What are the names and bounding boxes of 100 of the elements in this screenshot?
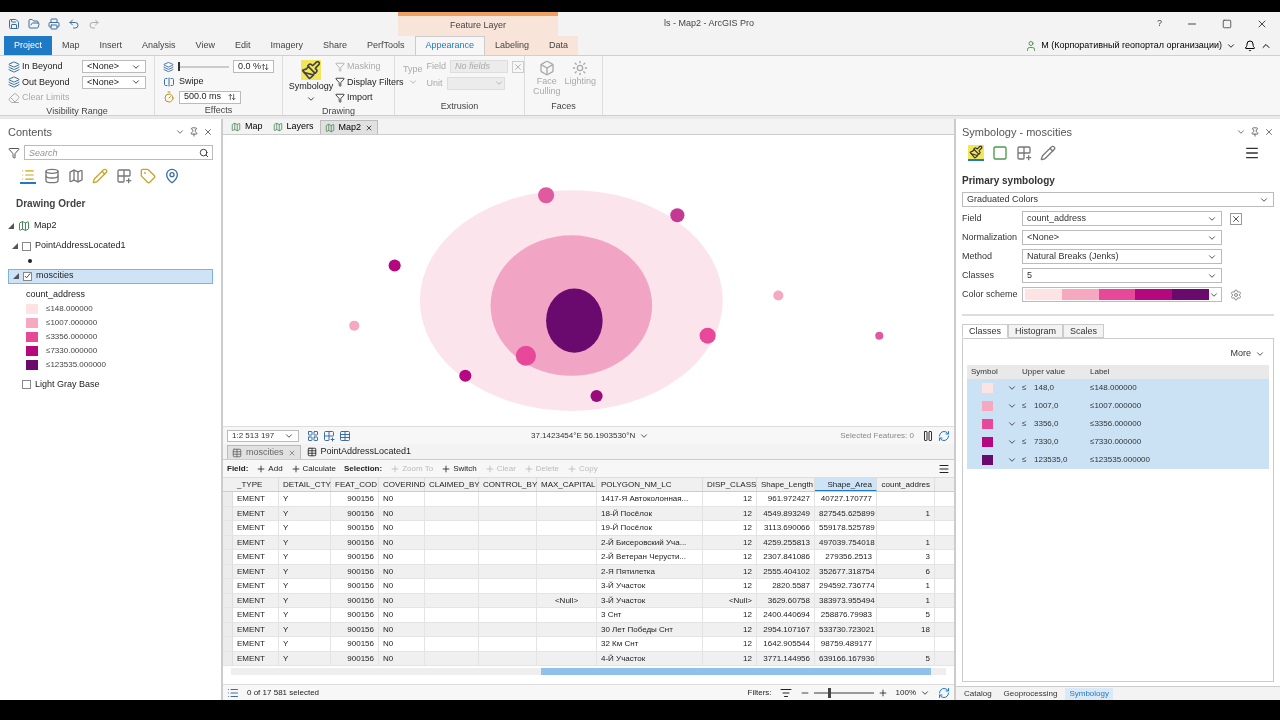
dock-tab[interactable]: Catalog [960,687,996,700]
refresh-icon[interactable] [938,429,950,442]
table-icon[interactable] [339,429,351,442]
search-field[interactable]: Search [24,145,213,160]
grid-icon[interactable] [323,429,335,442]
field-dropdown[interactable]: <None> [1022,230,1222,245]
user-account[interactable]: M (Корпоративный геопортал организации) [1041,38,1222,53]
menu-icon[interactable] [938,462,950,475]
map-icon[interactable] [68,168,84,184]
scale-dropdown[interactable]: 1:2 513 197 [227,429,299,442]
close-icon[interactable] [365,123,374,132]
folder-icon[interactable] [28,18,40,30]
database-icon[interactable] [44,168,60,184]
grid-icon[interactable] [307,429,319,442]
panel-tab[interactable]: Histogram [1008,324,1064,338]
clear-icon[interactable] [1230,212,1242,225]
settings-icon[interactable] [1230,288,1242,301]
menu-icon[interactable] [1244,145,1260,161]
layer-item[interactable]: moscities [8,268,213,284]
toolbar-button[interactable]: Switch [441,462,477,475]
ribbon-tab[interactable]: Labeling [485,36,540,55]
undo-icon[interactable] [68,18,80,30]
column-header[interactable]: MAX_CAPITAL [537,478,597,491]
scale-dropdown[interactable]: <None> [82,75,146,89]
map-tab[interactable]: Map [227,120,267,134]
pencil-icon[interactable] [1040,145,1056,161]
ribbon-tab[interactable]: Data [539,36,579,55]
drawing-option-button[interactable]: Display Filters [335,75,404,89]
paintbrush-icon[interactable] [968,145,984,161]
layer-item[interactable]: PointAddressLocated1 [8,238,213,254]
table-tab[interactable]: PointAddressLocated1 [302,445,416,459]
slider-thumb[interactable] [177,61,180,71]
horizontal-scrollbar[interactable] [231,668,946,675]
in-beyond-button[interactable]: In Beyond [8,60,63,74]
notification-icon[interactable] [1244,39,1256,52]
filter-icon[interactable] [779,686,792,699]
zoom-dropdown[interactable]: 100% [895,686,930,699]
transparency-field[interactable]: 0.0 % [233,60,274,73]
column-header[interactable]: CONTROL_BY [479,478,537,491]
field-dropdown[interactable]: count_address [1022,211,1222,226]
close-icon[interactable] [1264,127,1274,137]
close-icon[interactable] [1256,18,1268,30]
layer-item[interactable]: Light Gray Base [8,377,213,392]
field-dropdown[interactable]: Natural Breaks (Jenks) [1022,249,1222,264]
panel-tab[interactable]: Scales [1063,324,1105,338]
save-icon[interactable] [8,18,20,30]
grid-icon[interactable] [1016,145,1032,161]
ribbon-tab[interactable]: Map [52,36,90,55]
more-button[interactable]: More [1230,347,1265,361]
table-tab[interactable]: moscities [227,445,301,459]
panel-tab[interactable]: Classes [962,324,1008,338]
list-icon[interactable] [20,168,36,184]
tag-icon[interactable] [140,168,156,184]
map-tab[interactable]: Layers [268,120,318,134]
slider-thumb[interactable] [827,687,831,698]
ribbon-tab[interactable]: Insert [89,36,133,55]
transparency-slider[interactable] [177,65,229,68]
symbology-button[interactable]: Symbology [291,60,331,105]
pin-icon[interactable] [1250,127,1260,137]
column-header[interactable]: DETAIL_CTY [279,478,331,491]
flicker-field[interactable]: 500.0 ms [179,90,241,104]
ribbon-tab[interactable]: Project [4,36,52,55]
toolbar-button[interactable]: Calculate [290,462,336,475]
help-button[interactable]: ? [1157,17,1162,31]
layer-checkbox[interactable] [22,380,31,389]
column-header[interactable]: DISP_CLASS [703,478,757,491]
out-beyond-button[interactable]: Out Beyond [8,75,70,89]
column-header[interactable]: count_addres [877,478,935,491]
layer-checkbox[interactable] [23,271,32,281]
column-header[interactable]: COVERIND [379,478,425,491]
zoom-in-icon[interactable] [877,687,888,698]
field-dropdown[interactable]: 5 [1022,268,1222,283]
map-tab[interactable]: Map2 [319,120,379,134]
scale-dropdown[interactable]: <None> [82,60,146,74]
pin-icon[interactable] [164,168,180,184]
column-header[interactable]: FEAT_COD [331,478,379,491]
column-header[interactable]: CLAIMED_BY [425,478,479,491]
dock-tab[interactable]: Symbology [1065,687,1113,700]
color-scheme-dropdown[interactable] [1022,287,1222,302]
ribbon-tab[interactable]: Share [312,36,357,55]
square-icon[interactable] [992,145,1008,161]
ribbon-tab[interactable]: Analysis [132,36,186,55]
column-header[interactable]: _TYPE [233,478,279,491]
symbology-type-dropdown[interactable]: Graduated Colors [962,192,1274,207]
drawing-option-button[interactable]: Import [335,91,404,105]
map-item[interactable]: Map2 [34,219,57,233]
scrollbar-thumb[interactable] [541,668,931,675]
pencil-icon[interactable] [92,168,108,184]
expand-icon[interactable] [8,222,14,229]
ribbon-tab[interactable]: Appearance [414,36,486,55]
filter-icon[interactable] [8,146,20,159]
refresh-icon[interactable] [938,686,950,699]
pin-icon[interactable] [189,127,199,137]
pause-icon[interactable] [922,429,934,442]
ribbon-tab[interactable]: PerfTools [357,36,415,55]
column-header[interactable]: Shape_Area [815,478,877,491]
restore-icon[interactable] [1222,19,1232,29]
layer-checkbox[interactable] [22,241,31,251]
list-icon[interactable] [227,686,239,699]
ribbon-tab[interactable]: View [185,36,225,55]
